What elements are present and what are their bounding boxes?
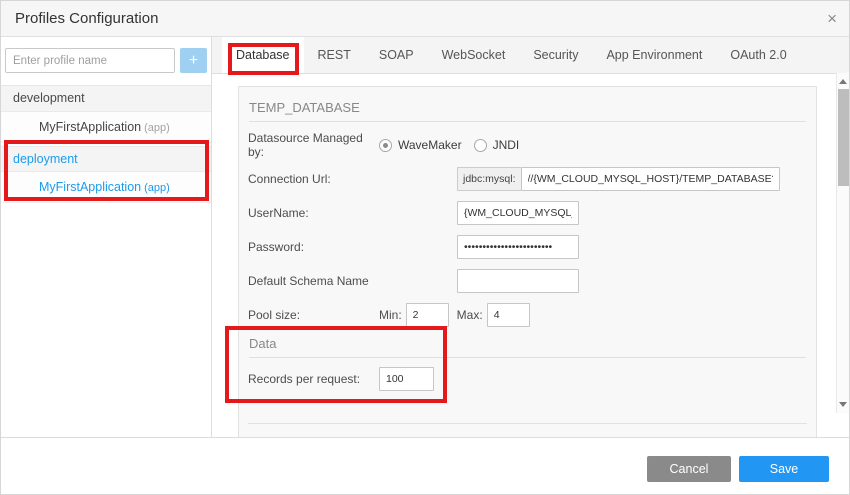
pool-max-input[interactable]: [487, 303, 530, 327]
pool-max-label: Max:: [457, 308, 483, 322]
tab-soap[interactable]: SOAP: [365, 37, 428, 73]
connection-url-input[interactable]: [521, 167, 780, 191]
add-profile-button[interactable]: +: [180, 48, 207, 73]
records-per-request-row: Records per request:: [248, 367, 807, 391]
section-divider: [248, 423, 807, 424]
app-item-suffix: (app): [144, 182, 170, 194]
password-input[interactable]: [457, 235, 579, 259]
records-per-request-label: Records per request:: [248, 372, 379, 386]
datasource-row: Datasource Managed by: WaveMaker JNDI: [248, 133, 807, 157]
tab-oauth[interactable]: OAuth 2.0: [716, 37, 800, 73]
username-row: UserName:: [248, 201, 807, 225]
default-schema-label: Default Schema Name: [248, 274, 457, 288]
jndi-radio-label: JNDI: [493, 138, 520, 152]
pool-min-label: Min:: [379, 308, 402, 322]
password-label: Password:: [248, 240, 457, 254]
sidebar-item-myfirstapplication-development[interactable]: MyFirstApplication(app): [1, 112, 211, 143]
dialog-title: Profiles Configuration: [15, 10, 158, 27]
default-schema-input[interactable]: [457, 269, 579, 293]
database-section-title: TEMP_DATABASE: [249, 100, 806, 122]
username-input[interactable]: [457, 201, 579, 225]
app-item-label: MyFirstApplication: [39, 120, 141, 134]
scroll-up-icon[interactable]: [839, 79, 847, 84]
sidebar-item-development[interactable]: development: [1, 86, 211, 112]
tab-app-environment[interactable]: App Environment: [592, 37, 716, 73]
profile-search-row: +: [1, 37, 211, 86]
app-item-label: MyFirstApplication: [39, 180, 141, 194]
default-schema-row: Default Schema Name: [248, 269, 807, 293]
profiles-sidebar: + development MyFirstApplication(app) de…: [1, 37, 212, 437]
vertical-scrollbar[interactable]: [836, 73, 850, 413]
scrollbar-thumb[interactable]: [838, 89, 849, 186]
cancel-button[interactable]: Cancel: [647, 456, 731, 482]
pool-size-row: Pool size: Min: Max:: [248, 303, 807, 327]
username-label: UserName:: [248, 206, 457, 220]
connection-url-label: Connection Url:: [248, 172, 457, 186]
sidebar-item-myfirstapplication-deployment[interactable]: MyFirstApplication(app): [1, 172, 211, 203]
title-bar: Profiles Configuration ×: [1, 1, 850, 37]
dialog-footer: Cancel Save: [1, 437, 850, 495]
tab-bar: Database REST SOAP WebSocket Security Ap…: [212, 37, 850, 74]
scroll-down-icon[interactable]: [839, 402, 847, 407]
tab-websocket[interactable]: WebSocket: [428, 37, 520, 73]
profile-name-input[interactable]: [5, 48, 175, 73]
wavemaker-radio-label: WaveMaker: [398, 138, 462, 152]
database-form-panel: TEMP_DATABASE Datasource Managed by: Wav…: [238, 86, 817, 437]
datasource-label: Datasource Managed by:: [248, 131, 379, 159]
save-button[interactable]: Save: [739, 456, 829, 482]
connection-url-row: Connection Url: jdbc:mysql:: [248, 167, 807, 191]
pool-size-label: Pool size:: [248, 308, 379, 322]
pool-min-input[interactable]: [406, 303, 449, 327]
sidebar-item-deployment[interactable]: deployment: [1, 146, 211, 172]
data-section-title: Data: [249, 336, 806, 358]
tab-database[interactable]: Database: [222, 37, 304, 73]
tab-rest[interactable]: REST: [304, 37, 365, 73]
records-per-request-input[interactable]: [379, 367, 434, 391]
wavemaker-radio[interactable]: [379, 139, 392, 152]
password-row: Password:: [248, 235, 807, 259]
jdbc-prefix-label: jdbc:mysql:: [457, 167, 521, 191]
app-item-suffix: (app): [144, 122, 170, 134]
profiles-configuration-dialog: Profiles Configuration × + development M…: [0, 0, 850, 495]
jndi-radio[interactable]: [474, 139, 487, 152]
tab-security[interactable]: Security: [519, 37, 592, 73]
close-icon[interactable]: ×: [827, 10, 837, 27]
